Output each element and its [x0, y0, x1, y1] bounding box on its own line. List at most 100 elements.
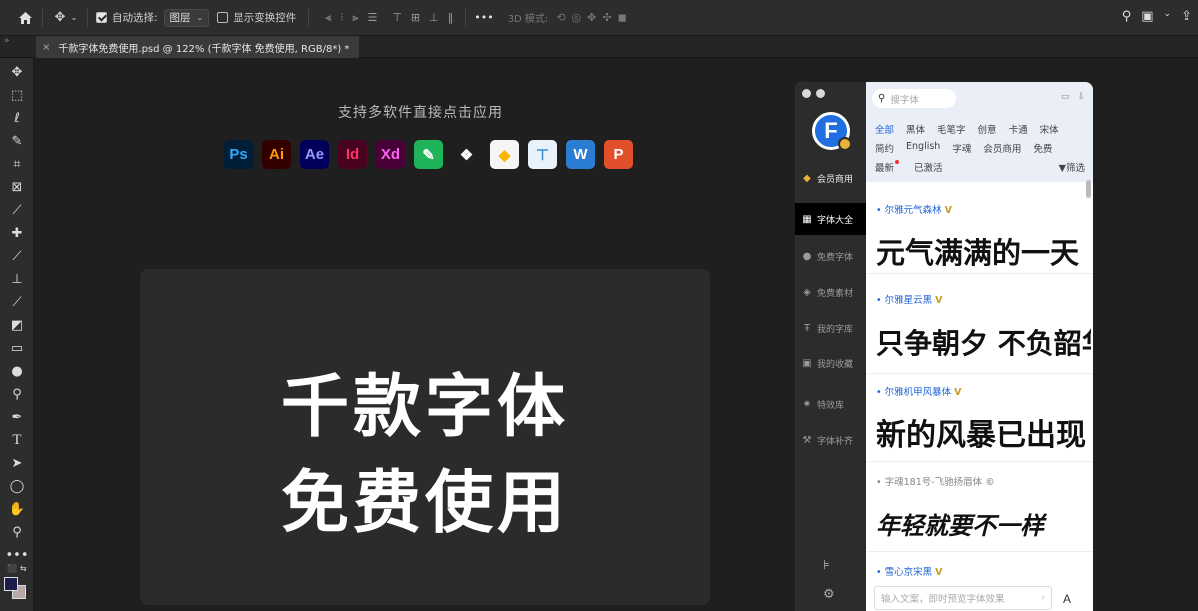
sidebar-item-my-library[interactable]: Ŧ 我的字库 — [795, 312, 866, 344]
blur-tool-icon[interactable]: ● — [6, 361, 28, 381]
crop-tool-icon[interactable]: ⌗ — [6, 154, 28, 174]
auto-select-target-dropdown[interactable]: 图层 ⌄ — [163, 8, 210, 27]
category-tab[interactable]: 宋体 — [1040, 122, 1059, 136]
sidebar-item-vip[interactable]: ◆ 会员商用 — [795, 162, 866, 194]
app-p-icon[interactable]: P — [604, 140, 633, 169]
favorite-icon: ▣ — [802, 357, 812, 369]
preview-text-input[interactable]: 输入文案，即时预览字体效果 › — [874, 586, 1052, 610]
settings-icon[interactable]: ⚙ — [823, 587, 835, 602]
sidebar-item-label: 字体大全 — [817, 215, 854, 226]
brush-tool-icon[interactable]: ⟋ — [6, 246, 28, 266]
type-tool-icon[interactable]: T — [6, 430, 28, 450]
category-tab[interactable]: 卡通 — [1009, 122, 1028, 136]
marquee-tool-icon[interactable]: ⬚ — [6, 85, 28, 105]
app-xd-icon[interactable]: Xd — [376, 140, 405, 169]
category-tab[interactable]: 黑体 — [906, 122, 925, 136]
category-tab[interactable]: 全部 — [875, 122, 894, 136]
align-bottom-icon[interactable]: ⊥ — [429, 11, 439, 25]
font-list-item[interactable]: • 尔雅星云黑 V 只争朝夕 不负韶华 — [866, 286, 1093, 374]
category-tab-activated[interactable]: 已激活 — [914, 160, 943, 174]
clone-stamp-tool-icon[interactable]: ⊥ — [6, 269, 28, 289]
foreground-color-swatch[interactable] — [4, 577, 18, 591]
category-tab[interactable]: 免费 — [1033, 141, 1052, 155]
font-list-item[interactable]: • 尔雅机甲风暴体 V 新的风暴已出现 — [866, 378, 1093, 462]
chevron-down-icon[interactable]: ⌄ — [1164, 9, 1172, 24]
sidebar-item-free-materials[interactable]: ◈ 免费素材 — [795, 276, 866, 308]
pen-tool-icon[interactable]: ✒ — [6, 407, 28, 427]
app-w-icon[interactable]: W — [566, 140, 595, 169]
pan-icon[interactable]: ✥ — [587, 11, 596, 24]
document-tab[interactable]: × 千款字体免费使用.psd @ 122% (千款字体 免费使用, RGB/8*… — [36, 36, 360, 58]
align-right-icon[interactable]: ⫸ — [352, 11, 358, 25]
app-ae-icon[interactable]: Ae — [300, 140, 329, 169]
category-tab[interactable]: 简约 — [875, 141, 894, 155]
align-middle-v-icon[interactable]: ⊞ — [411, 11, 420, 25]
zoom-tool-icon[interactable]: ⚲ — [6, 522, 28, 542]
swap-colors-icon[interactable]: ⬛ ⇆ — [2, 558, 32, 578]
sketch-icon[interactable]: ◆ — [490, 140, 519, 169]
pen-app-icon[interactable]: ✎ — [414, 140, 443, 169]
sidebar-item-all-fonts[interactable]: ▦ 字体大全 — [795, 203, 866, 235]
sidebar-item-free-fonts[interactable]: ● 免费字体 — [795, 240, 866, 272]
move-tool-icon[interactable]: ✥ — [6, 62, 28, 82]
slide-icon[interactable]: ✣ — [602, 11, 611, 24]
category-tab[interactable]: 字魂 — [952, 141, 971, 155]
eraser-tool-icon[interactable]: ◩ — [6, 315, 28, 335]
font-list-item[interactable]: • 尔雅元气森林 V 元气满满的一天 — [866, 194, 1093, 274]
plugin-f-icon[interactable]: ⊧ — [823, 558, 830, 573]
gradient-tool-icon[interactable]: ▭ — [6, 338, 28, 358]
roll-icon[interactable]: ◎ — [572, 11, 582, 24]
app-id-icon[interactable]: Id — [338, 140, 367, 169]
close-icon[interactable]: × — [42, 42, 50, 53]
align-left-icon[interactable]: ⫷ — [325, 11, 331, 25]
search-icon[interactable]: ⚲ — [1122, 9, 1132, 24]
share-icon[interactable]: ⇪ — [1181, 9, 1192, 24]
eyedropper-tool-icon[interactable]: ⟋ — [6, 200, 28, 220]
history-brush-tool-icon[interactable]: ⟋ — [6, 292, 28, 312]
layout-icon[interactable]: ▭ — [1061, 92, 1070, 102]
path-select-tool-icon[interactable]: ➤ — [6, 453, 28, 473]
align-center-h-icon[interactable]: ⫶ — [340, 11, 343, 25]
quick-select-tool-icon[interactable]: ✎ — [6, 131, 28, 151]
show-transform-checkbox[interactable] — [217, 12, 229, 23]
keynote-icon[interactable]: ⊤ — [528, 140, 557, 169]
more-options-button[interactable]: ••• — [474, 11, 493, 24]
sidebar-item-font-complete[interactable]: ⚒ 字体补齐 — [795, 424, 866, 456]
filter-button[interactable]: ▼筛选 — [1059, 160, 1085, 174]
figma-icon[interactable]: ❖ — [452, 140, 481, 169]
pin-icon[interactable]: ⇩ — [1077, 92, 1085, 102]
dodge-tool-icon[interactable]: ⚲ — [6, 384, 28, 404]
category-tab[interactable]: English — [906, 141, 940, 155]
frame-tool-icon[interactable]: ⊠ — [6, 177, 28, 197]
plugin-header-icons: ▭ ⇩ — [1061, 92, 1085, 102]
workspace-icon[interactable]: ▣ — [1141, 9, 1153, 24]
font-list-item[interactable]: • 雪心京宋黑 V — [866, 558, 1093, 578]
auto-select-checkbox[interactable] — [96, 12, 107, 23]
camera-icon[interactable]: ◼ — [618, 11, 627, 24]
font-size-button[interactable]: A — [1063, 592, 1071, 606]
lasso-tool-icon[interactable]: ℓ — [6, 108, 28, 128]
close-dot[interactable] — [802, 89, 811, 98]
collapse-panel-icon[interactable]: » — [4, 36, 10, 46]
distribute-icon[interactable]: ☰ — [367, 11, 377, 25]
healing-brush-tool-icon[interactable]: ✚ — [6, 223, 28, 243]
move-tool-icon[interactable]: ✥ — [51, 9, 69, 27]
ellipse-tool-icon[interactable]: ◯ — [6, 476, 28, 496]
chevron-down-icon[interactable]: ⌄ — [69, 9, 79, 27]
app-ps-icon[interactable]: Ps — [224, 140, 253, 169]
align-top-icon[interactable]: ⊤ — [392, 11, 402, 25]
minimize-dot[interactable] — [816, 89, 825, 98]
app-ai-icon[interactable]: Ai — [262, 140, 291, 169]
hand-tool-icon[interactable]: ✋ — [6, 499, 28, 519]
sidebar-item-favorites[interactable]: ▣ 我的收藏 — [795, 347, 866, 379]
sidebar-item-effects[interactable]: ✷ 特效库 — [795, 388, 866, 420]
category-tab[interactable]: 毛笔字 — [937, 122, 966, 136]
home-icon[interactable] — [16, 9, 34, 27]
orbit-icon[interactable]: ⟲ — [556, 11, 565, 24]
category-tab[interactable]: 创意 — [978, 122, 997, 136]
category-tab[interactable]: 会员商用 — [983, 141, 1021, 155]
distribute-v-icon[interactable]: ‖ — [448, 11, 454, 25]
category-tab-newest[interactable]: 最新 — [875, 160, 894, 174]
font-search-input[interactable]: ⚲ 搜字体 — [872, 89, 956, 108]
font-list-item[interactable]: • 字魂181号-飞驰扬眉体 © 年轻就要不一样 — [866, 468, 1093, 552]
